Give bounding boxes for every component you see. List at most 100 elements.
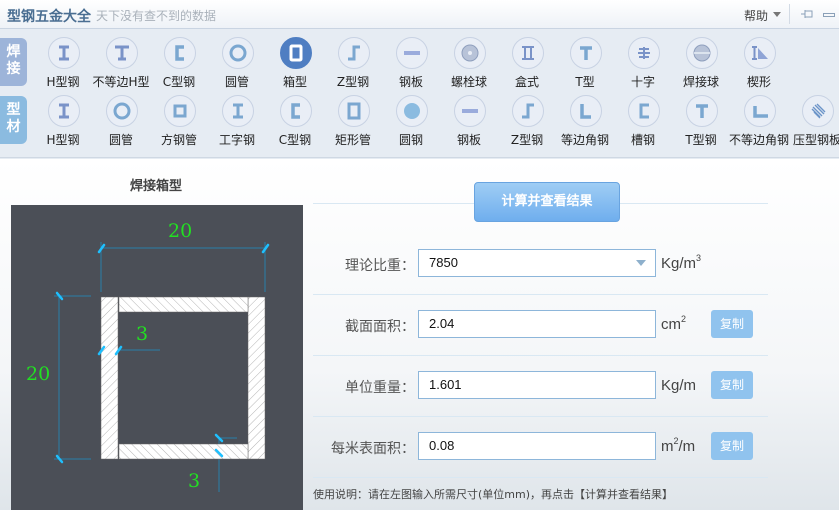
h-beam-icon[interactable] [48, 37, 80, 69]
wedge-icon[interactable] [744, 37, 776, 69]
z-section-icon[interactable] [338, 37, 370, 69]
profiled-sheet-icon[interactable] [802, 95, 834, 127]
unit-text: /m [678, 438, 696, 455]
profile-shape-row: 型材 H型钢 圆管 方钢管 工字钢 C型钢 矩形管 圆钢 钢板 Z型钢 等边角钢 槽钢 T型钢 不等边角… [0, 92, 839, 152]
weight-unit: Kg/m [661, 377, 697, 394]
shape-item-weld-2[interactable]: C型钢 [149, 34, 209, 92]
area-field[interactable]: 2.04 [418, 310, 656, 338]
copy-weight-button[interactable]: 复制 [711, 371, 753, 399]
shape-item-steel-3[interactable]: 工字钢 [207, 92, 267, 150]
shape-item-weld-7[interactable]: 螺栓球 [439, 34, 499, 92]
shape-item-weld-9[interactable]: T型 [555, 34, 615, 92]
shape-item-steel-9[interactable]: 等边角钢 [555, 92, 615, 150]
title-bar: 型钢五金大全 天下没有查不到的数据 帮助 [0, 0, 839, 29]
web-thickness-input[interactable]: 3 [136, 323, 148, 345]
shape-item-steel-6[interactable]: 圆钢 [381, 92, 441, 150]
dimension-ticks [55, 243, 270, 464]
shape-item-steel-1[interactable]: 圆管 [91, 92, 151, 150]
main-panel: 焊接箱型 20 20 3 3 计算并查看结果 理论比重： 7850 Kg/m3 … [0, 159, 839, 510]
shape-item-steel-7[interactable]: 钢板 [439, 92, 499, 150]
chevron-down-icon[interactable] [773, 12, 781, 17]
unit-text: Kg/m [661, 255, 697, 272]
shape-item-steel-8[interactable]: Z型钢 [497, 92, 557, 150]
round-bar-icon[interactable] [396, 95, 428, 127]
shape-item-weld-4[interactable]: 箱型 [265, 34, 325, 92]
box-type-icon[interactable] [512, 37, 544, 69]
chevron-down-icon[interactable] [636, 260, 646, 266]
shape-item-steel-10[interactable]: 槽钢 [613, 92, 673, 150]
area-label: 截面面积： [345, 319, 415, 335]
round-tube-icon[interactable] [222, 37, 254, 69]
surface-field[interactable]: 0.08 [418, 432, 656, 460]
category-steel[interactable]: 型材 [0, 96, 27, 144]
i-beam-icon[interactable] [222, 95, 254, 127]
surface-unit: m2/m [661, 436, 696, 455]
box-section-icon[interactable] [280, 37, 312, 69]
shape-item-steel-4[interactable]: C型钢 [265, 92, 325, 150]
shape-item-steel-0[interactable]: H型钢 [33, 92, 93, 150]
weight-field[interactable]: 1.601 [418, 371, 656, 399]
shape-item-weld-0[interactable]: H型钢 [33, 34, 93, 92]
width-dimension-input[interactable]: 20 [168, 220, 192, 242]
copy-area-button[interactable]: 复制 [711, 310, 753, 338]
shape-item-weld-10[interactable]: 十字 [613, 34, 673, 92]
shape-item-weld-5[interactable]: Z型钢 [323, 34, 383, 92]
shape-item-weld-12[interactable]: 楔形 [729, 34, 789, 92]
shape-item-weld-8[interactable]: 盒式 [497, 34, 557, 92]
c-channel-icon[interactable] [280, 95, 312, 127]
unit-superscript: 2 [673, 436, 679, 446]
copy-surface-button[interactable]: 复制 [711, 432, 753, 460]
calculate-button[interactable]: 计算并查看结果 [474, 182, 620, 222]
shape-item-label: 压型钢板 [792, 133, 839, 147]
weld-shape-row: 焊接 H型钢 不等边H型 C型钢 圆管 箱型 Z型钢 钢板 螺栓球 盒式 T型 十字 焊接球楔形 [0, 34, 839, 94]
height-dimension-input[interactable]: 20 [26, 363, 50, 385]
unequal-h-beam-icon[interactable] [106, 37, 138, 69]
cross-section-icon[interactable] [628, 37, 660, 69]
help-menu[interactable]: 帮助 [744, 7, 768, 24]
unequal-angle-icon[interactable] [744, 95, 776, 127]
bolt-ball-icon[interactable] [454, 37, 486, 69]
h-beam-icon[interactable] [48, 95, 80, 127]
rect-tube-icon[interactable] [338, 95, 370, 127]
flange-thickness-input[interactable]: 3 [188, 470, 200, 492]
t-section-icon[interactable] [570, 37, 602, 69]
divider [789, 4, 790, 24]
unit-text: m [661, 438, 674, 455]
minimize-icon[interactable] [823, 13, 835, 17]
density-label: 理论比重： [345, 258, 415, 274]
weld-ball-icon[interactable] [686, 37, 718, 69]
shape-item-steel-12[interactable]: 不等边角钢 [729, 92, 789, 150]
unit-text: cm [661, 316, 681, 333]
surface-label: 每米表面积： [331, 441, 415, 457]
shape-item-label: 楔形 [746, 75, 771, 89]
density-select[interactable]: 7850 [418, 249, 656, 277]
shape-item-steel-13[interactable]: 压型钢板 [787, 92, 839, 150]
steel-plate-icon[interactable] [454, 95, 486, 127]
app-title: 型钢五金大全 [7, 9, 91, 25]
area-unit: cm2 [661, 314, 687, 333]
c-channel-icon[interactable] [164, 37, 196, 69]
shape-item-weld-1[interactable]: 不等边H型 [91, 34, 151, 92]
shape-item-steel-5[interactable]: 矩形管 [323, 92, 383, 150]
z-section-icon[interactable] [512, 95, 544, 127]
divider [313, 416, 768, 417]
t-section-icon[interactable] [686, 95, 718, 127]
shape-item-weld-3[interactable]: 圆管 [207, 34, 267, 92]
category-weld[interactable]: 焊接 [0, 38, 27, 86]
pin-icon[interactable] [800, 7, 814, 21]
shape-item-weld-6[interactable]: 钢板 [381, 34, 441, 92]
shape-item-weld-11[interactable]: 焊接球 [671, 34, 731, 92]
round-tube-icon[interactable] [106, 95, 138, 127]
unit-superscript: 2 [681, 314, 687, 324]
square-tube-icon[interactable] [164, 95, 196, 127]
channel-icon[interactable] [628, 95, 660, 127]
equal-angle-icon[interactable] [570, 95, 602, 127]
shape-item-steel-2[interactable]: 方钢管 [149, 92, 209, 150]
steel-plate-icon[interactable] [396, 37, 428, 69]
divider [313, 355, 768, 356]
unit-superscript: 3 [696, 253, 702, 263]
section-drawing: 20 20 3 3 [11, 205, 303, 510]
drawing-title: 焊接箱型 [129, 179, 182, 194]
shape-item-steel-11[interactable]: T型钢 [671, 92, 731, 150]
shape-toolbar: 焊接 H型钢 不等边H型 C型钢 圆管 箱型 Z型钢 钢板 螺栓球 盒式 T型 十字 焊接球 楔形 型材… [0, 30, 839, 158]
